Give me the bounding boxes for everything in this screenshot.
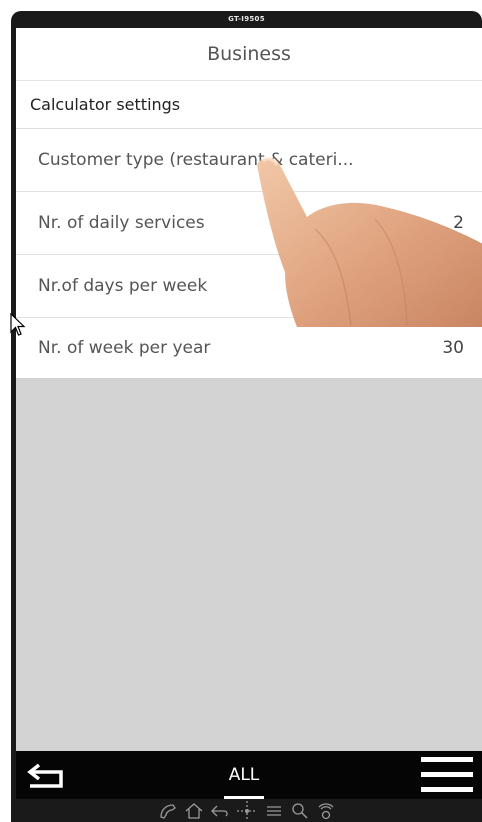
menu-icon[interactable] [263, 801, 285, 821]
device-softkeys [11, 799, 482, 822]
mouse-cursor-icon [10, 313, 26, 336]
setting-value: 30 [442, 338, 464, 358]
dpad-icon[interactable] [235, 800, 259, 822]
setting-label: Nr.of days per week [38, 276, 208, 296]
menu-button[interactable] [412, 751, 482, 799]
device-model-label: GT-I9505 [228, 15, 265, 23]
device-frame: GT-I9505 Business Calculator settings Cu… [11, 11, 482, 822]
section-title: Calculator settings [16, 81, 482, 129]
hamburger-menu-icon [421, 757, 473, 792]
setting-label: Nr. of daily services [38, 213, 205, 233]
power-icon[interactable] [315, 801, 337, 821]
settings-list: Customer type (restaurant & cateri... Nr… [16, 129, 482, 378]
search-icon[interactable] [289, 801, 311, 821]
home-icon[interactable] [183, 801, 205, 821]
back-arrow-icon [27, 763, 63, 788]
back-button[interactable] [16, 751, 76, 799]
back-icon[interactable] [209, 801, 231, 821]
phone-icon[interactable] [157, 801, 179, 821]
page-title: Business [16, 28, 482, 81]
setting-label: Customer type (restaurant & cateri... [38, 150, 354, 170]
setting-label: Nr. of week per year [38, 338, 211, 358]
setting-value: 2 [453, 213, 464, 233]
tab-all-label: ALL [228, 765, 260, 785]
app-screen: Business Calculator settings Customer ty… [16, 28, 482, 751]
setting-days-per-week[interactable]: Nr.of days per week [16, 255, 482, 318]
setting-daily-services[interactable]: Nr. of daily services 2 [16, 192, 482, 255]
tab-all[interactable]: ALL [204, 751, 284, 799]
setting-weeks-per-year[interactable]: Nr. of week per year 30 [16, 318, 482, 378]
bottom-nav: ALL [16, 751, 482, 799]
setting-customer-type[interactable]: Customer type (restaurant & cateri... [16, 129, 482, 192]
